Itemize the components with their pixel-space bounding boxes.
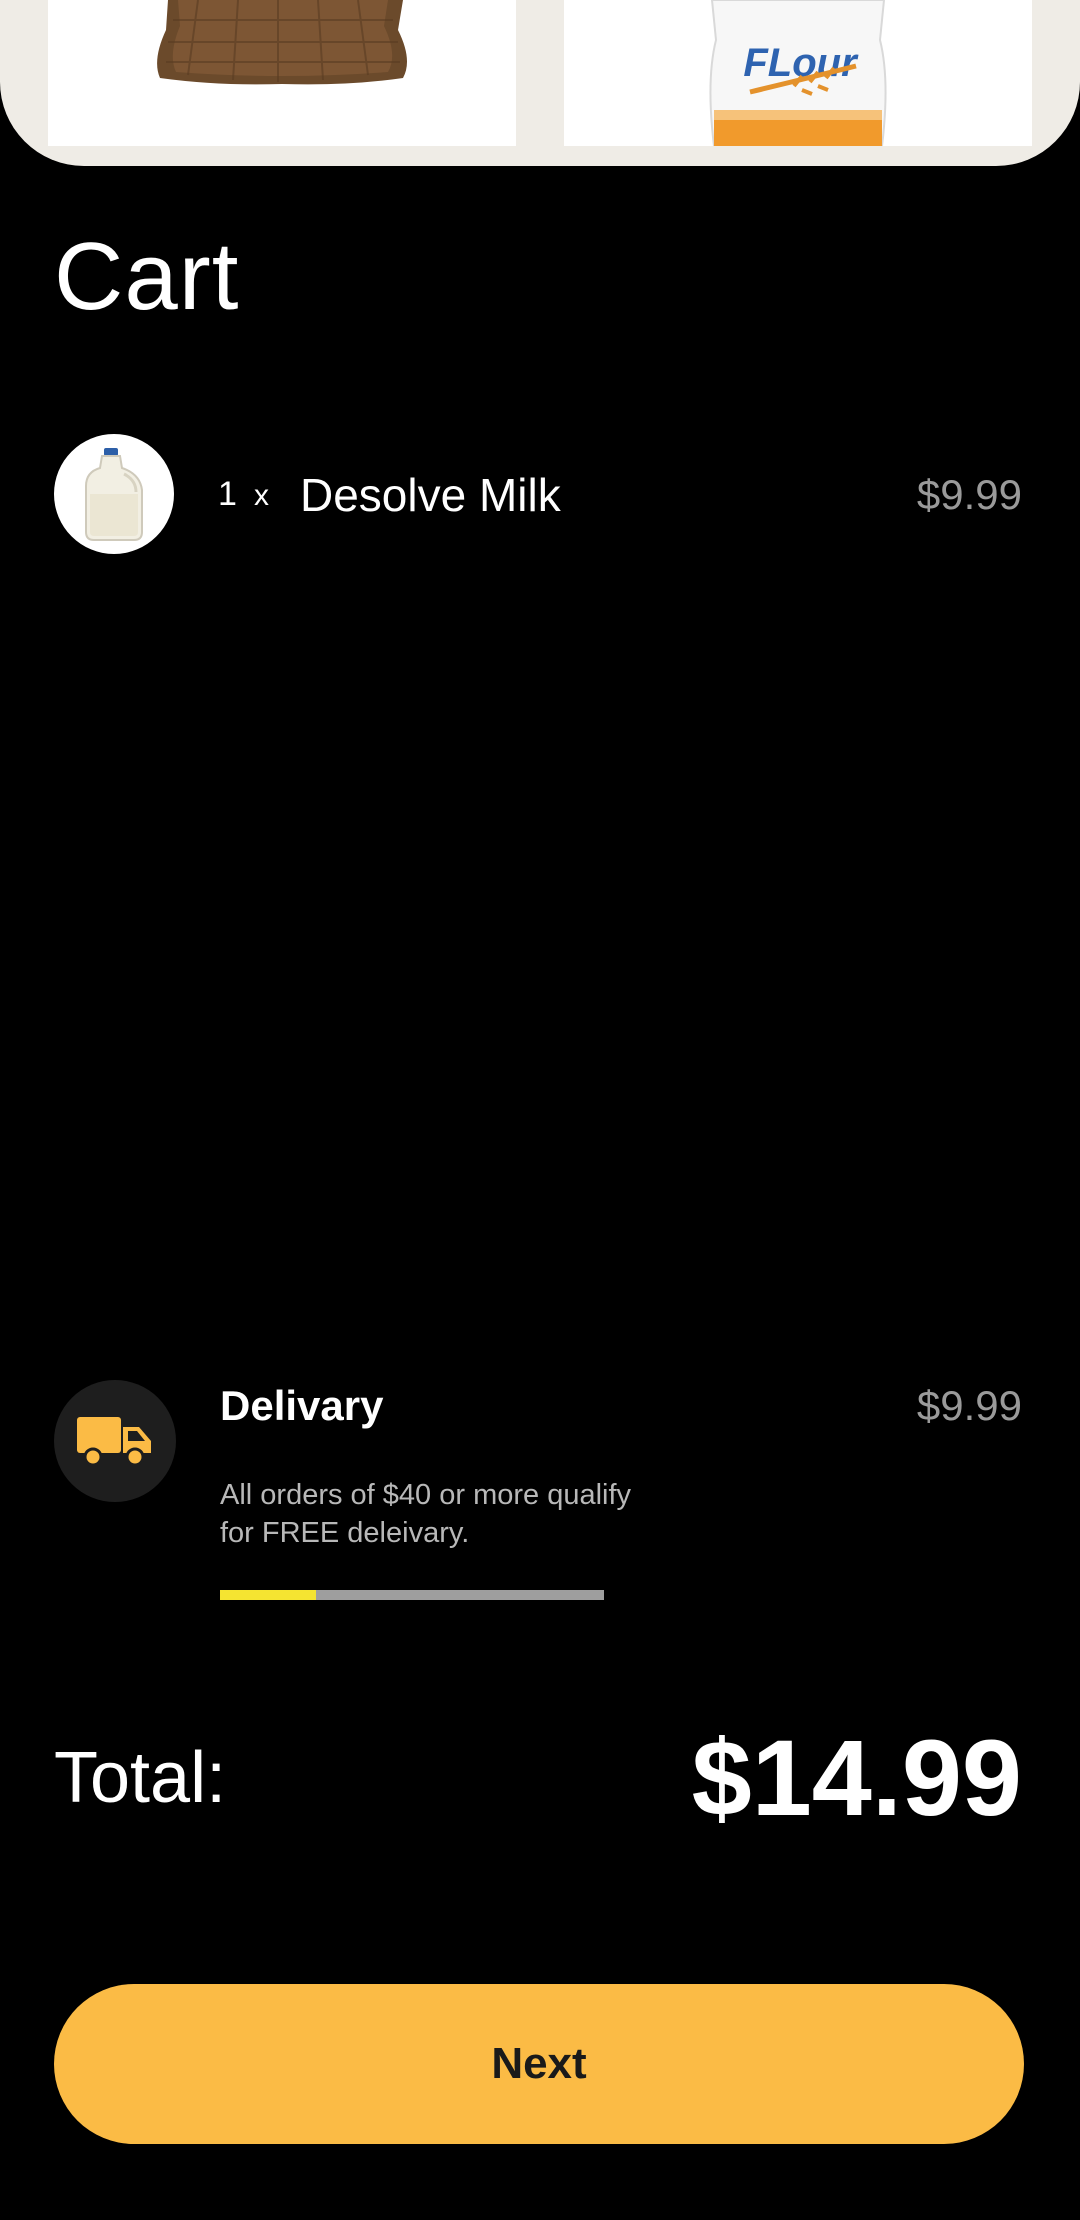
item-name: Desolve Milk bbox=[300, 469, 561, 521]
total-label: Total: bbox=[54, 1738, 227, 1818]
sack-icon bbox=[157, 0, 407, 85]
item-quantity: 1 bbox=[218, 475, 237, 513]
flour-bag-icon: FLour bbox=[709, 0, 887, 146]
truck-icon bbox=[77, 1417, 151, 1467]
free-delivery-progress bbox=[220, 1590, 604, 1600]
free-delivery-note: All orders of $40 or more qualify for FR… bbox=[220, 1479, 632, 1549]
delivery-price: $9.99 bbox=[916, 1382, 1022, 1429]
product-card-flour[interactable]: FLour bbox=[564, 0, 1032, 146]
product-thumbnail bbox=[54, 434, 174, 554]
free-delivery-progress-fill bbox=[220, 1590, 316, 1600]
quantity-multiplier: x bbox=[254, 479, 269, 512]
cart-item[interactable]: 1 x Desolve Milk $9.99 bbox=[54, 434, 1022, 554]
delivery-icon-badge bbox=[54, 1380, 176, 1502]
product-card-sack[interactable] bbox=[48, 0, 516, 146]
delivery-title: Delivary bbox=[220, 1382, 384, 1429]
item-price: $9.99 bbox=[916, 471, 1022, 518]
next-button[interactable]: Next bbox=[54, 1984, 1024, 2144]
product-strip: FLour bbox=[0, 0, 1080, 166]
delivery-section: Delivary $9.99 All orders of $40 or more… bbox=[54, 1380, 1022, 1620]
milk-jug-icon bbox=[85, 448, 143, 541]
page-title: Cart bbox=[54, 223, 240, 330]
total-value: $14.99 bbox=[691, 1717, 1022, 1838]
